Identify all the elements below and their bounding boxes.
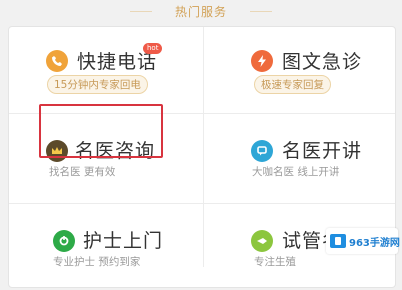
highlight-box bbox=[39, 104, 163, 158]
service-nurse-home-visit[interactable]: 护士上门 专业护士 预约到家 bbox=[9, 204, 201, 290]
service-title: 图文急诊 bbox=[282, 51, 363, 73]
service-quick-phone[interactable]: 快捷电话 hot 15分钟内专家回电 bbox=[9, 27, 201, 113]
header-divider-right bbox=[250, 11, 272, 12]
service-subtitle: 找名医 更有效 bbox=[49, 166, 116, 178]
watermark: 963手游网 bbox=[326, 228, 400, 254]
section-header: 热门服务 bbox=[0, 0, 402, 22]
service-subtitle: 15分钟内专家回电 bbox=[47, 75, 148, 94]
bolt-icon bbox=[251, 50, 273, 72]
service-subtitle: 极速专家回复 bbox=[254, 75, 331, 94]
hot-badge: hot bbox=[143, 43, 163, 54]
service-text-emergency[interactable]: 图文急诊 极速专家回复 bbox=[204, 27, 396, 113]
watermark-text: 963手游网 bbox=[349, 238, 400, 249]
service-title: 名医开讲 bbox=[282, 140, 363, 162]
nurse-icon bbox=[53, 230, 75, 252]
service-title: 护士上门 bbox=[83, 230, 164, 252]
phone-icon bbox=[46, 50, 68, 72]
service-subtitle: 专注生殖 bbox=[254, 256, 296, 268]
service-famous-doctor-lecture[interactable]: 名医开讲 大咖名医 线上开讲 bbox=[204, 114, 396, 200]
service-subtitle: 大咖名医 线上开讲 bbox=[252, 166, 340, 178]
service-subtitle: 专业护士 预约到家 bbox=[53, 256, 141, 268]
chat-icon bbox=[251, 140, 273, 162]
tube-icon bbox=[251, 230, 273, 252]
watermark-logo-icon bbox=[330, 234, 346, 248]
section-title: 热门服务 bbox=[174, 5, 227, 19]
